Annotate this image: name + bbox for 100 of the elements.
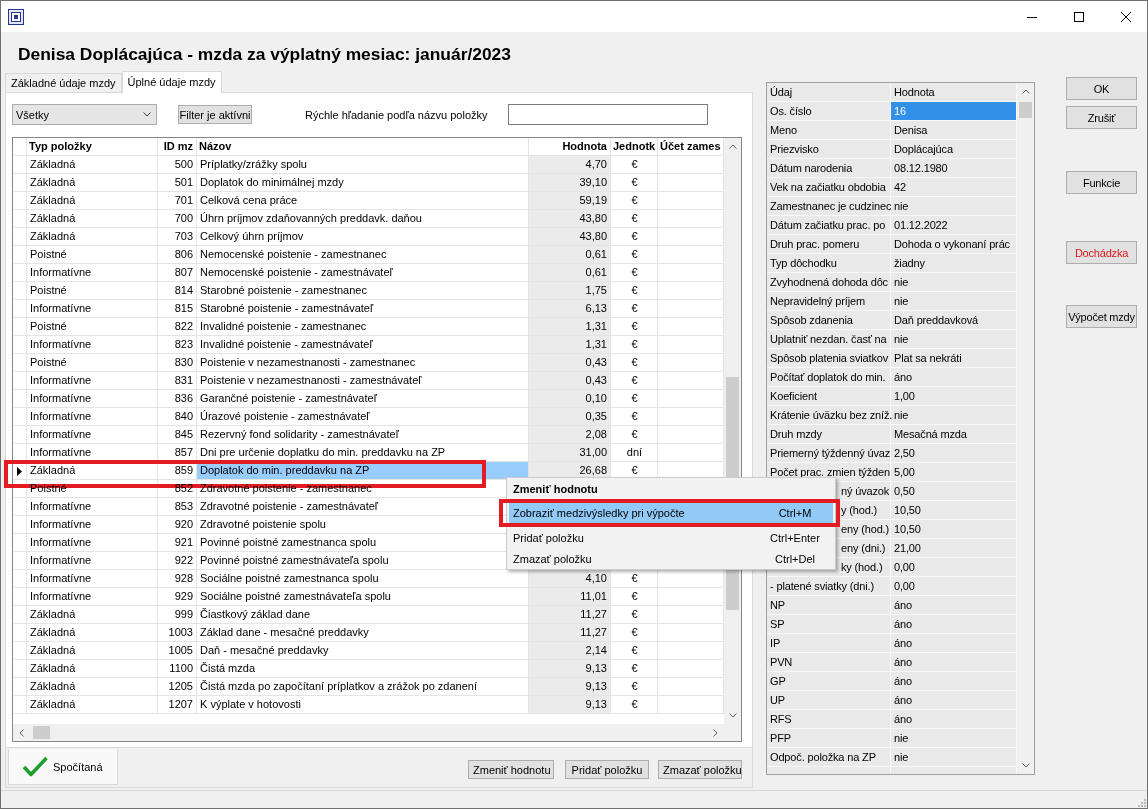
table-cell: 9,13: [529, 696, 611, 714]
table-cell: 2,14: [529, 642, 611, 660]
search-field[interactable]: [507, 104, 708, 125]
table-cell: 1,75: [529, 282, 611, 300]
menu-item[interactable]: Zmeniť hodnotu: [509, 478, 833, 499]
column-header[interactable]: Účet zames: [658, 138, 724, 156]
property-label: eny (dni.): [841, 542, 886, 554]
property-label: Priezvisko: [769, 142, 820, 157]
table-cell-text: 928: [173, 571, 194, 586]
property-label: Dátum začiatku prac. po: [769, 218, 887, 233]
table-cell-text: 703: [173, 229, 194, 244]
column-header[interactable]: Hodnota: [891, 83, 1017, 102]
status-label: Spočítaná: [53, 760, 103, 773]
property-value: 2,50: [893, 446, 916, 461]
row-pointer-icon: [17, 466, 22, 476]
table-cell-text: €: [630, 319, 639, 334]
minimize-icon[interactable]: [1027, 16, 1037, 18]
menu-item[interactable]: Zobraziť medzivýsledky pri výpočte Ctrl+M: [509, 503, 833, 523]
table-cell-text: €: [630, 355, 639, 370]
table-cell: 0,43: [529, 372, 611, 390]
status-tab[interactable]: Spočítaná: [8, 749, 118, 785]
table-cell-text: €: [630, 193, 639, 208]
property-label: IP: [769, 636, 782, 651]
table-cell-text: Základná: [29, 661, 77, 676]
table-cell-text: Poistné: [29, 247, 68, 262]
dialog-button[interactable]: OK: [1066, 77, 1137, 100]
table-cell-text: 857: [173, 445, 194, 460]
property-label: Nepravidelný príjem: [769, 294, 866, 309]
chevron-down-icon[interactable]: [1021, 763, 1030, 768]
filter-button[interactable]: Filter je aktívni: [178, 105, 252, 124]
shortcut-label: Ctrl+Enter: [769, 531, 821, 544]
menu-item[interactable]: Pridať položku Ctrl+Enter: [509, 527, 833, 548]
property-label: Zamestnanec je cudzinec: [769, 199, 891, 214]
horizontal-scrollbar[interactable]: [13, 724, 741, 741]
table-cell-text: Základná: [29, 211, 77, 226]
app-icon[interactable]: [8, 8, 24, 25]
chevron-down-icon[interactable]: [728, 713, 737, 718]
chevron-left-icon[interactable]: [19, 728, 24, 737]
dialog-button[interactable]: Zrušiť: [1066, 106, 1137, 129]
property-value: 01.12.2022: [893, 218, 949, 233]
property-value: 0,00: [893, 579, 916, 594]
scrollbar-thumb[interactable]: [1019, 102, 1032, 118]
table-cell-text: 1100: [168, 661, 194, 676]
property-value: Dohoda o vykonaní prác: [893, 237, 1011, 252]
action-button[interactable]: Zmazať položku: [658, 760, 742, 779]
dialog-button[interactable]: Výpočet mzdy: [1066, 305, 1137, 328]
property-label: ný úvazok: [841, 485, 890, 497]
property-value: áno: [893, 674, 913, 689]
column-header[interactable]: ID mz: [158, 138, 197, 156]
menu-item[interactable]: Zmazať položku Ctrl+Del: [509, 548, 833, 569]
table-cell-text: 840: [173, 409, 194, 424]
table-cell-text: 823: [173, 337, 194, 352]
table-cell-text: Základná: [29, 643, 77, 658]
property-value: nie: [893, 408, 910, 423]
property-value: áno: [893, 598, 913, 613]
property-label: Os. číslo: [769, 104, 813, 119]
dialog-button[interactable]: Funkcie: [1066, 171, 1137, 194]
table-cell: Čistá mzda po započítaní príplatkov a zrážok po zdanení: [200, 680, 477, 692]
property-label: - platené sviatky (dni.): [769, 579, 875, 594]
table-cell-text: Informatívne: [29, 553, 93, 568]
property-label: Typ dôchodku: [769, 256, 838, 271]
table-cell: Rezervný fond solidarity - zamestnávateľ: [200, 428, 399, 440]
dialog-button[interactable]: Dochádzka: [1066, 241, 1137, 264]
table-cell: Sociálne poistné zamestnanca spolu: [200, 572, 379, 584]
column-header[interactable]: Typ položky: [27, 138, 158, 156]
property-value: áno: [893, 617, 913, 632]
column-header[interactable]: Jednotk: [611, 138, 658, 156]
property-value: 10,50: [893, 503, 922, 518]
table-cell-text: 814: [173, 283, 194, 298]
property-label: Spôsob zdanenia: [769, 313, 854, 328]
table-cell-text: 920: [173, 517, 194, 532]
table-cell: 39,10: [529, 174, 611, 192]
maximize-icon[interactable]: [1074, 11, 1084, 22]
resize-grip-icon[interactable]: [1138, 799, 1146, 807]
table-cell-text: Poistné: [29, 283, 68, 298]
table-cell: 43,80: [529, 228, 611, 246]
table-cell-text: €: [630, 427, 639, 442]
table-cell-text: €: [630, 265, 639, 280]
table-cell-text: Informatívne: [29, 571, 93, 586]
action-button[interactable]: Pridať položku: [565, 760, 649, 779]
table-cell: 6,13: [529, 300, 611, 318]
close-icon[interactable]: [1121, 11, 1131, 22]
table-cell: 59,19: [529, 192, 611, 210]
tab[interactable]: Základné údaje mzdy: [5, 73, 122, 92]
column-header[interactable]: Údaj: [767, 83, 891, 102]
table-cell: Zdravotné poistenie - zamestnávateľ: [200, 500, 379, 512]
property-value: Denisa: [893, 123, 929, 138]
tab[interactable]: Úplné údaje mzdy: [121, 71, 222, 93]
filter-dropdown[interactable]: Všetky: [12, 104, 157, 125]
column-header[interactable]: Názov: [197, 138, 529, 156]
table-cell: 1,31: [529, 336, 611, 354]
table-cell-text: Informatívne: [29, 337, 93, 352]
action-button[interactable]: Zmeniť hodnotu: [468, 760, 554, 779]
chevron-up-icon[interactable]: [1021, 89, 1030, 94]
chevron-right-icon[interactable]: [713, 728, 718, 737]
table-cell-text: 701: [173, 193, 194, 208]
chevron-up-icon[interactable]: [728, 144, 737, 149]
scrollbar-thumb[interactable]: [33, 726, 50, 739]
column-header[interactable]: Hodnota: [529, 138, 611, 156]
table-cell-text: €: [630, 571, 639, 586]
